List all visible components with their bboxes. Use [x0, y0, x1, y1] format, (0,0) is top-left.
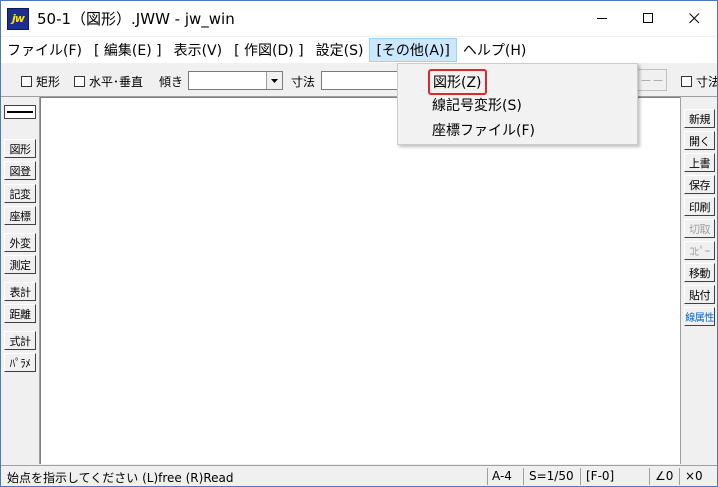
line-type-indicator[interactable] [4, 105, 36, 119]
tool-formula-calc-button[interactable]: 式計 [4, 331, 36, 350]
status-message: 始点を指示してください (L)free (R)Read [7, 471, 234, 485]
tool-figure-register-button[interactable]: 図登 [4, 161, 36, 180]
status-separator [487, 468, 488, 485]
tool-distance-button[interactable]: 距離 [4, 304, 36, 323]
other-menu-dropdown: 図形(Z) 線記号変形(S) 座標ファイル(F) [397, 63, 638, 145]
status-separator [679, 468, 680, 485]
rect-checkbox[interactable]: 矩形 [21, 73, 60, 90]
app-window: jw 50-1（図形）.JWW - jw_win ファイル(F) [ 編集(E)… [0, 0, 718, 487]
window-title: 50-1（図形）.JWW - jw_win [37, 10, 235, 28]
minimize-button[interactable] [579, 1, 625, 36]
status-bar: 始点を指示してください (L)free (R)Read A-4 S=1/50 [… [1, 465, 717, 486]
tilt-label: 傾き [159, 75, 184, 89]
maximize-button[interactable] [625, 1, 671, 36]
close-icon [688, 13, 699, 24]
menu-other[interactable]: [その他(A)] [369, 38, 457, 62]
horiz-vert-checkbox-label: 水平･垂直 [89, 75, 144, 89]
tool-coordinate-button[interactable]: 座標 [4, 206, 36, 225]
window-controls [579, 1, 717, 36]
file-new-button[interactable]: 新規 [684, 109, 715, 128]
tool-figure-button[interactable]: 図形 [4, 139, 36, 158]
file-overwrite-button[interactable]: 上書 [684, 153, 715, 172]
close-button[interactable] [671, 1, 717, 36]
layer-indicator[interactable]: [F-0] [586, 469, 614, 483]
status-separator [649, 468, 650, 485]
tool-measure-button[interactable]: 測定 [4, 255, 36, 274]
minimize-icon [596, 18, 607, 19]
dash-button[interactable]: －－ [637, 69, 667, 91]
left-tool-panel: 図形 図登 記変 座標 外変 測定 表計 距離 式計 ﾊﾟﾗﾒ [1, 97, 40, 464]
menu-edit[interactable]: [ 編集(E) ] [88, 38, 168, 62]
tool-symbol-transform-button[interactable]: 記変 [4, 184, 36, 203]
rect-checkbox-label: 矩形 [36, 75, 61, 89]
tool-parametric-button[interactable]: ﾊﾟﾗﾒ [4, 353, 36, 372]
paste-button[interactable]: 貼付 [684, 285, 715, 304]
tool-table-calc-button[interactable]: 表計 [4, 282, 36, 301]
menu-draw[interactable]: [ 作図(D) ] [228, 38, 310, 62]
tilt-combobox[interactable] [188, 71, 283, 90]
dimension-label: 寸法 [291, 75, 316, 89]
chevron-down-icon [271, 78, 278, 83]
horiz-vert-checkbox-box[interactable] [74, 76, 85, 87]
paper-size-indicator[interactable]: A-4 [492, 469, 512, 483]
right-dimension-checkbox-box[interactable] [681, 76, 692, 87]
menu-item-line-symbol-transform[interactable]: 線記号変形(S) [432, 94, 522, 116]
move-button[interactable]: 移動 [684, 263, 715, 282]
zoom-indicator[interactable]: ×0 [685, 469, 703, 483]
title-bar: jw 50-1（図形）.JWW - jw_win [1, 1, 717, 36]
right-dimension-checkbox[interactable]: 寸法 [681, 73, 718, 90]
line-attribute-button[interactable]: 線属性 [684, 307, 715, 326]
right-tool-panel: 新規 開く 上書 保存 印刷 切取 ｺﾋﾟｰ 移動 貼付 線属性 [680, 97, 717, 464]
horiz-vert-checkbox[interactable]: 水平･垂直 [74, 73, 143, 90]
drawing-canvas[interactable] [40, 97, 680, 464]
menu-item-coordinate-file[interactable]: 座標ファイル(F) [432, 119, 535, 141]
tool-external-transform-button[interactable]: 外変 [4, 233, 36, 252]
menu-settings[interactable]: 設定(S) [310, 38, 370, 62]
rect-checkbox-box[interactable] [21, 76, 32, 87]
status-separator [523, 468, 524, 485]
menu-bar: ファイル(F) [ 編集(E) ] 表示(V) [ 作図(D) ] 設定(S) … [1, 37, 717, 63]
maximize-icon [642, 13, 653, 23]
file-open-button[interactable]: 開く [684, 131, 715, 150]
angle-indicator[interactable]: ∠0 [655, 469, 673, 483]
dimension-input[interactable] [321, 71, 401, 90]
menu-help[interactable]: ヘルプ(H) [457, 38, 532, 62]
menu-file[interactable]: ファイル(F) [1, 38, 88, 62]
menu-item-figure[interactable]: 図形(Z) [428, 69, 487, 95]
scale-indicator[interactable]: S=1/50 [529, 469, 574, 483]
menu-view[interactable]: 表示(V) [168, 38, 229, 62]
status-separator [580, 468, 581, 485]
tilt-dropdown-arrow[interactable] [266, 72, 282, 89]
cut-button[interactable]: 切取 [684, 219, 715, 238]
file-save-button[interactable]: 保存 [684, 175, 715, 194]
right-dimension-label: 寸法 [696, 75, 718, 89]
jw-app-icon: jw [7, 7, 29, 30]
print-button[interactable]: 印刷 [684, 197, 715, 216]
copy-button[interactable]: ｺﾋﾟｰ [684, 241, 715, 260]
